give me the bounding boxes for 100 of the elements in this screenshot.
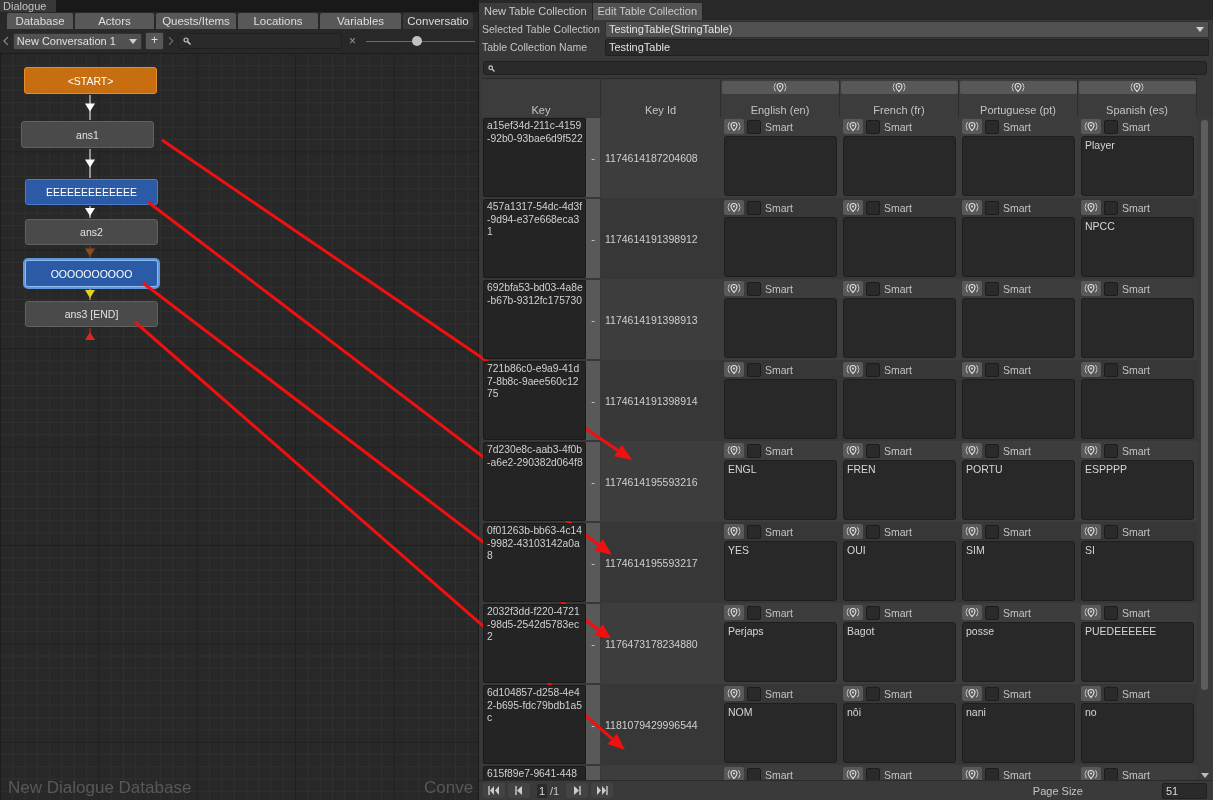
smart-checkbox[interactable]: [866, 362, 880, 377]
smart-checkbox[interactable]: [1104, 281, 1118, 296]
clear-search-button[interactable]: ×: [349, 34, 357, 48]
locale-button[interactable]: [1081, 200, 1101, 215]
page-field[interactable]: 1: [537, 783, 547, 798]
translation-field[interactable]: Player: [1081, 136, 1194, 196]
translation-field[interactable]: [724, 298, 837, 358]
locale-button[interactable]: [962, 524, 982, 539]
tab[interactable]: Database: [7, 13, 73, 29]
smart-checkbox[interactable]: [985, 605, 999, 620]
conversation-dropdown[interactable]: New Conversation 1: [12, 32, 143, 50]
remove-button[interactable]: -: [586, 442, 600, 521]
translation-field[interactable]: [843, 379, 956, 439]
tab[interactable]: Actors: [75, 13, 154, 29]
translation-field[interactable]: ESPPPP: [1081, 460, 1194, 520]
smart-checkbox[interactable]: [1104, 362, 1118, 377]
locale-button[interactable]: [724, 362, 744, 377]
next-page-button[interactable]: [566, 783, 589, 798]
scroll-down-icon[interactable]: [1201, 773, 1209, 778]
remove-button[interactable]: -: [586, 280, 600, 359]
smart-checkbox[interactable]: [1104, 524, 1118, 539]
smart-checkbox[interactable]: [866, 524, 880, 539]
smart-checkbox[interactable]: [747, 200, 761, 215]
smart-checkbox[interactable]: [866, 605, 880, 620]
chevron-right-icon[interactable]: [167, 36, 174, 46]
locale-button[interactable]: [724, 524, 744, 539]
smart-checkbox[interactable]: [1104, 119, 1118, 134]
smart-checkbox[interactable]: [866, 443, 880, 458]
locale-button[interactable]: [962, 443, 982, 458]
locale-button[interactable]: [1081, 767, 1101, 780]
remove-button[interactable]: -: [586, 361, 600, 440]
name-field[interactable]: TestingTable: [605, 38, 1209, 56]
dialogue-node[interactable]: ans2: [25, 219, 158, 245]
last-page-button[interactable]: [591, 783, 614, 798]
tab[interactable]: Quests/Items: [156, 13, 236, 29]
locale-button[interactable]: [721, 81, 839, 94]
locale-button[interactable]: [843, 119, 863, 134]
table-collection-dropdown[interactable]: TestingTable(StringTable): [605, 20, 1209, 38]
chevron-left-icon[interactable]: [3, 36, 9, 46]
smart-checkbox[interactable]: [1104, 686, 1118, 701]
smart-checkbox[interactable]: [747, 281, 761, 296]
remove-button[interactable]: -: [586, 523, 600, 602]
translation-field[interactable]: [962, 136, 1075, 196]
smart-checkbox[interactable]: [985, 281, 999, 296]
smart-checkbox[interactable]: [747, 767, 761, 780]
previous-page-button[interactable]: [508, 783, 530, 798]
dialogue-node[interactable]: EEEEEEEEEEEEE: [25, 179, 158, 205]
locale-button[interactable]: [1081, 605, 1101, 620]
first-page-button[interactable]: [483, 783, 505, 798]
smart-checkbox[interactable]: [866, 686, 880, 701]
tab[interactable]: Locations: [238, 13, 318, 29]
locale-button[interactable]: [843, 686, 863, 701]
dialogue-node[interactable]: ans3 [END]: [25, 301, 158, 327]
locale-button[interactable]: [724, 443, 744, 458]
smart-checkbox[interactable]: [747, 524, 761, 539]
locale-button[interactable]: [724, 686, 744, 701]
translation-field[interactable]: [843, 136, 956, 196]
locale-button[interactable]: [962, 200, 982, 215]
locale-button[interactable]: [959, 81, 1077, 94]
scrollbar-thumb[interactable]: [1201, 120, 1208, 690]
translation-field[interactable]: [724, 217, 837, 277]
locale-button[interactable]: [1081, 281, 1101, 296]
translation-field[interactable]: [724, 136, 837, 196]
locale-button[interactable]: [843, 362, 863, 377]
locale-button[interactable]: [962, 119, 982, 134]
smart-checkbox[interactable]: [985, 200, 999, 215]
tab[interactable]: Conversatio: [403, 13, 473, 29]
translation-field[interactable]: [843, 217, 956, 277]
smart-checkbox[interactable]: [747, 443, 761, 458]
dialogue-node[interactable]: <START>: [24, 67, 157, 94]
smart-checkbox[interactable]: [1104, 200, 1118, 215]
locale-button[interactable]: [724, 767, 744, 780]
smart-checkbox[interactable]: [866, 767, 880, 780]
remove-button[interactable]: -: [586, 118, 600, 197]
smart-checkbox[interactable]: [985, 767, 999, 780]
translation-field[interactable]: [962, 379, 1075, 439]
translation-field[interactable]: Perjaps: [724, 622, 837, 682]
translation-field[interactable]: PUEDEEEEEE: [1081, 622, 1194, 682]
locale-button[interactable]: [962, 686, 982, 701]
locale-button[interactable]: [1081, 362, 1101, 377]
locale-button[interactable]: [724, 200, 744, 215]
locale-button[interactable]: [962, 281, 982, 296]
smart-checkbox[interactable]: [985, 119, 999, 134]
smart-checkbox[interactable]: [866, 119, 880, 134]
smart-checkbox[interactable]: [747, 119, 761, 134]
smart-checkbox[interactable]: [1104, 605, 1118, 620]
translation-field[interactable]: YES: [724, 541, 837, 601]
translation-field[interactable]: NPCC: [1081, 217, 1194, 277]
translation-field[interactable]: SI: [1081, 541, 1194, 601]
locale-button[interactable]: [1081, 686, 1101, 701]
locale-button[interactable]: [962, 767, 982, 780]
locale-button[interactable]: [843, 605, 863, 620]
translation-field[interactable]: [962, 217, 1075, 277]
locale-button[interactable]: [843, 200, 863, 215]
smart-checkbox[interactable]: [1104, 443, 1118, 458]
search-field[interactable]: [483, 61, 1207, 75]
slider-thumb[interactable]: [412, 36, 423, 46]
dialogue-node[interactable]: ans1: [21, 121, 154, 148]
locale-button[interactable]: [724, 281, 744, 296]
locale-button[interactable]: [1081, 443, 1101, 458]
